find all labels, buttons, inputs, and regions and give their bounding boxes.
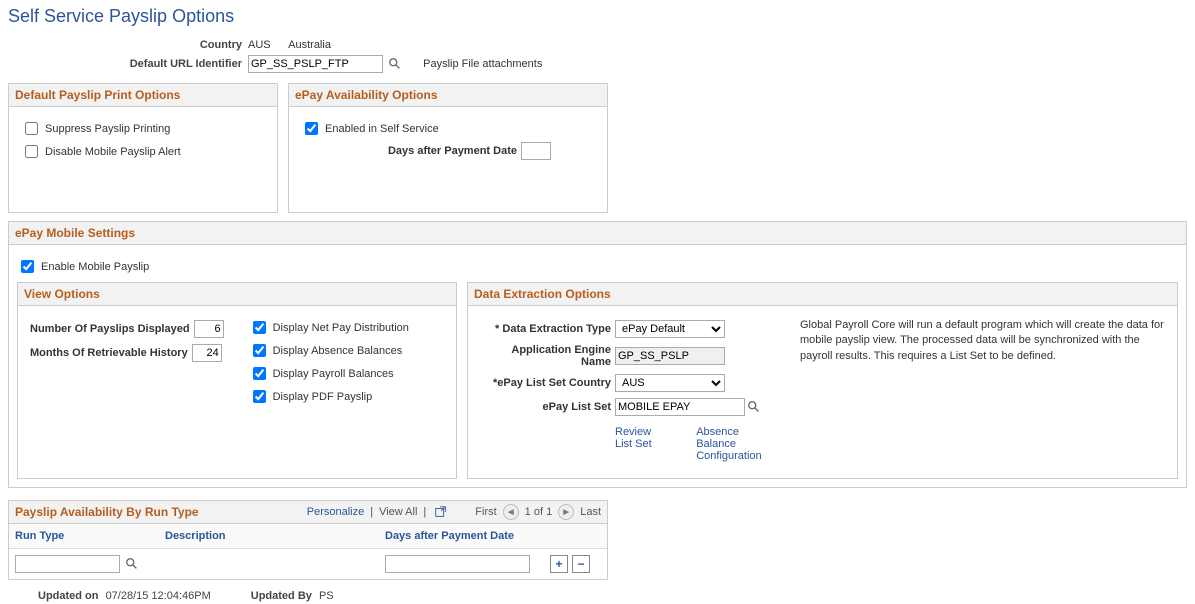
enable-mobile-label: Enable Mobile Payslip (41, 261, 149, 273)
data-extraction-title: Data Extraction Options (468, 283, 1177, 306)
country-code: AUS (248, 39, 271, 51)
col-run-type[interactable]: Run Type (9, 524, 159, 548)
next-icon[interactable]: ► (558, 504, 574, 520)
days-after-label: Days after Payment Date (301, 145, 521, 157)
table-row: + − (9, 549, 607, 579)
enabled-self-service-label: Enabled in Self Service (325, 123, 439, 135)
disable-alert-label: Disable Mobile Payslip Alert (45, 146, 181, 158)
display-netpay-checkbox[interactable] (253, 321, 266, 334)
absence-config-link[interactable]: Absence Balance Configuration (696, 426, 780, 462)
col-days-after[interactable]: Days after Payment Date (379, 524, 544, 548)
display-absence-label: Display Absence Balances (273, 345, 403, 357)
lookup-icon[interactable] (388, 57, 402, 71)
prev-icon[interactable]: ◄ (503, 504, 519, 520)
grid-first[interactable]: First (475, 506, 496, 518)
data-extraction-description: Global Payroll Core will run a default p… (800, 314, 1169, 462)
display-pdf-label: Display PDF Payslip (273, 391, 373, 403)
run-type-input[interactable] (15, 555, 120, 573)
col-description[interactable]: Description (159, 524, 379, 548)
view-options-title: View Options (18, 283, 456, 306)
days-after-input[interactable] (521, 142, 551, 160)
display-absence-checkbox[interactable] (253, 344, 266, 357)
num-payslips-label: Number Of Payslips Displayed (30, 323, 194, 335)
list-country-label: *ePay List Set Country (480, 377, 615, 389)
enable-mobile-checkbox[interactable] (21, 260, 34, 273)
epay-mobile-box: ePay Mobile Settings Enable Mobile Paysl… (8, 221, 1187, 488)
grid-last[interactable]: Last (580, 506, 601, 518)
attachments-text: Payslip File attachments (423, 58, 542, 70)
suppress-label: Suppress Payslip Printing (45, 123, 170, 135)
delete-row-button[interactable]: − (572, 555, 590, 573)
epay-availability-box: ePay Availability Options Enabled in Sel… (288, 83, 608, 213)
lookup-icon[interactable] (125, 557, 139, 571)
display-payroll-label: Display Payroll Balances (273, 368, 394, 380)
lookup-icon[interactable] (747, 400, 761, 414)
num-payslips-input[interactable] (194, 320, 224, 338)
disable-alert-checkbox[interactable] (25, 145, 38, 158)
url-id-input[interactable] (248, 55, 383, 73)
review-list-set-link[interactable]: Review List Set (615, 426, 656, 462)
grid-counter: 1 of 1 (525, 506, 553, 518)
updated-on-label: Updated on (38, 590, 99, 602)
display-payroll-checkbox[interactable] (253, 367, 266, 380)
list-set-label: ePay List Set (480, 401, 615, 413)
grid-title: Payslip Availability By Run Type (15, 505, 307, 519)
updated-by-label: Updated By (251, 590, 312, 602)
country-label: Country (8, 39, 246, 51)
view-all-link[interactable]: View All (379, 506, 417, 518)
header-fields: Country AUS Australia Default URL Identi… (8, 39, 1187, 73)
months-history-label: Months Of Retrievable History (30, 347, 192, 359)
print-options-box: Default Payslip Print Options Suppress P… (8, 83, 278, 213)
ae-name-input (615, 347, 725, 365)
updated-on-value: 07/28/15 12:04:46PM (106, 590, 211, 602)
months-history-input[interactable] (192, 344, 222, 362)
zoom-icon[interactable] (434, 505, 448, 519)
personalize-link[interactable]: Personalize (307, 506, 364, 518)
epay-mobile-title: ePay Mobile Settings (9, 222, 1186, 245)
data-extraction-box: Data Extraction Options * Data Extractio… (467, 282, 1178, 479)
url-id-label: Default URL Identifier (8, 58, 246, 70)
enabled-self-service-checkbox[interactable] (305, 122, 318, 135)
print-options-title: Default Payslip Print Options (9, 84, 277, 107)
suppress-checkbox[interactable] (25, 122, 38, 135)
availability-grid: Payslip Availability By Run Type Persona… (8, 500, 608, 580)
view-options-box: View Options Number Of Payslips Displaye… (17, 282, 457, 479)
country-name: Australia (288, 39, 331, 51)
ae-name-label: Application Engine Name (480, 344, 615, 368)
de-type-select[interactable]: ePay Default (615, 320, 725, 338)
updated-by-value: PS (319, 590, 334, 602)
list-set-input[interactable] (615, 398, 745, 416)
de-type-label: * Data Extraction Type (480, 323, 615, 335)
footer: Updated on 07/28/15 12:04:46PM Updated B… (38, 590, 1187, 602)
list-country-select[interactable]: AUS (615, 374, 725, 392)
display-pdf-checkbox[interactable] (253, 390, 266, 403)
page-title: Self Service Payslip Options (8, 6, 1187, 27)
epay-availability-title: ePay Availability Options (289, 84, 607, 107)
add-row-button[interactable]: + (550, 555, 568, 573)
display-netpay-label: Display Net Pay Distribution (273, 322, 409, 334)
days-after-grid-input[interactable] (385, 555, 530, 573)
